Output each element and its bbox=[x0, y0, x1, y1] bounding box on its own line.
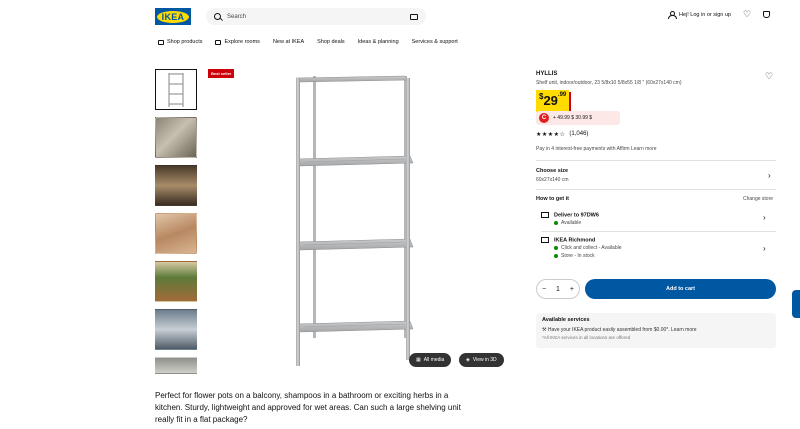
thumbnail-5[interactable] bbox=[155, 261, 197, 302]
all-media-button[interactable]: ▦ All media bbox=[409, 353, 452, 367]
room-icon bbox=[215, 39, 222, 45]
shelf-unit-image bbox=[295, 75, 414, 366]
logo-text: IKEA bbox=[157, 10, 189, 23]
search-icon bbox=[214, 13, 221, 20]
cart-bag-icon[interactable] bbox=[763, 11, 771, 18]
nav-label: Shop products bbox=[167, 39, 203, 45]
quantity-value[interactable]: 1 bbox=[556, 286, 560, 293]
product-description: Shelf unit, indoor/outdoor, 23 5/8x10 5/… bbox=[536, 80, 682, 86]
login-label: Hej! Log in or sign up bbox=[679, 11, 731, 18]
store-chevron-icon[interactable]: › bbox=[763, 244, 766, 253]
divider bbox=[536, 160, 776, 161]
nav-label: New at IKEA bbox=[272, 39, 305, 45]
camera-icon[interactable] bbox=[410, 13, 418, 20]
in-stock-dot-icon bbox=[554, 254, 558, 259]
store-icon bbox=[541, 237, 549, 243]
nav-services[interactable]: Services & support bbox=[412, 39, 458, 45]
search-input[interactable]: Search bbox=[227, 14, 246, 20]
nav-ideas[interactable]: Ideas & planning bbox=[358, 39, 399, 45]
store-option[interactable]: IKEA Richmond Click and collect - Availa… bbox=[541, 237, 622, 259]
available-dot-icon bbox=[554, 246, 558, 251]
review-count: (1,046) bbox=[569, 131, 589, 137]
nav-new[interactable]: New at IKEA bbox=[273, 39, 304, 45]
nav-label: Explore rooms bbox=[224, 39, 260, 45]
ikea-logo[interactable]: IKEA bbox=[155, 8, 191, 25]
thumbnail-4[interactable] bbox=[155, 213, 197, 254]
nav-shop-products[interactable]: Shop products bbox=[158, 39, 202, 45]
truck-icon bbox=[541, 212, 549, 218]
thumbnail-1[interactable] bbox=[155, 69, 197, 110]
thumbnail-6[interactable] bbox=[155, 309, 197, 350]
user-icon bbox=[668, 11, 677, 19]
star-icons: ★★★★☆ bbox=[536, 132, 566, 138]
divider bbox=[541, 231, 776, 232]
services-title: Available services bbox=[542, 317, 590, 323]
promo-banner[interactable]: C + 49.99 $ 30.99 $ bbox=[536, 111, 620, 125]
price-tag: $29.99 bbox=[536, 90, 570, 112]
add-to-cart-button[interactable]: Add to cart bbox=[585, 279, 776, 299]
all-media-label: All media bbox=[423, 357, 445, 363]
shop-icon bbox=[158, 39, 164, 45]
thumbnail-7[interactable] bbox=[155, 357, 197, 374]
rating[interactable]: ★★★★☆ (1,046) bbox=[536, 131, 588, 138]
promo-icon: C bbox=[539, 113, 549, 123]
view-3d-button[interactable]: ◈ View in 3D bbox=[459, 353, 504, 367]
search-bar[interactable]: Search bbox=[206, 8, 426, 25]
store-status-1: Click and collect - Available bbox=[561, 245, 622, 252]
header-actions: Hej! Log in or sign up ♡ bbox=[668, 10, 771, 19]
cube-icon: ◈ bbox=[466, 357, 470, 363]
nav-label: Services & support bbox=[411, 39, 458, 45]
price-integer: 29 bbox=[543, 93, 558, 108]
change-store-link[interactable]: Change store bbox=[743, 196, 773, 202]
product-long-description: Perfect for flower pots on a balcony, sh… bbox=[155, 391, 461, 424]
delivery-chevron-icon[interactable]: › bbox=[763, 213, 766, 222]
promo-text: + 49.99 $ 30.99 $ bbox=[553, 115, 593, 121]
product-name: HYLLIS bbox=[536, 71, 558, 77]
size-label: Choose size bbox=[536, 168, 569, 174]
services-line-1[interactable]: Have your IKEA product easily assembled … bbox=[548, 327, 697, 333]
media-icon: ▦ bbox=[416, 357, 421, 363]
available-dot-icon bbox=[554, 221, 558, 226]
store-status-2: Store - In stock bbox=[561, 253, 595, 260]
decrease-button[interactable]: − bbox=[542, 286, 546, 293]
favorite-heart-icon[interactable]: ♡ bbox=[765, 71, 773, 82]
size-chevron-icon[interactable]: › bbox=[768, 171, 771, 180]
price-decimal: .99 bbox=[557, 92, 567, 98]
delivery-title: Deliver to 97DW6 bbox=[554, 212, 599, 219]
best-seller-badge: Best seller bbox=[208, 69, 235, 78]
thumbnail-2[interactable] bbox=[155, 117, 197, 158]
delivery-status: Available bbox=[561, 220, 582, 227]
main-nav: Shop products Explore rooms New at IKEA … bbox=[158, 39, 458, 45]
delivery-option[interactable]: Deliver to 97DW6 Available bbox=[541, 212, 599, 226]
shelf-thumb-icon bbox=[168, 73, 184, 107]
increase-button[interactable]: + bbox=[570, 286, 574, 293]
divider bbox=[536, 189, 776, 190]
how-to-get-label: How to get it bbox=[536, 196, 569, 202]
store-title: IKEA Richmond bbox=[554, 237, 596, 244]
thumbnail-3[interactable] bbox=[155, 165, 197, 206]
nav-label: Ideas & planning bbox=[357, 39, 399, 45]
nav-explore-rooms[interactable]: Explore rooms bbox=[215, 39, 260, 45]
nav-deals[interactable]: Shop deals bbox=[317, 39, 345, 45]
thumbnail-list bbox=[155, 69, 197, 381]
payment-info[interactable]: Pay in 4 interest-free payments with Aff… bbox=[536, 146, 657, 152]
view-3d-label: View in 3D bbox=[472, 357, 497, 363]
feedback-side-tab[interactable] bbox=[792, 290, 800, 318]
login-link[interactable]: Hej! Log in or sign up bbox=[668, 11, 731, 19]
main-product-image[interactable] bbox=[205, 66, 511, 371]
services-box: Available services ⚒ Have your IKEA prod… bbox=[536, 313, 776, 348]
size-value[interactable]: 60x27x140 cm bbox=[536, 177, 569, 183]
nav-label: Shop deals bbox=[317, 39, 345, 45]
favorites-heart-icon[interactable]: ♡ bbox=[743, 10, 751, 19]
quantity-stepper[interactable]: − 1 + bbox=[536, 279, 580, 299]
services-line-2: *All IKEA services in all locations are … bbox=[542, 335, 631, 340]
